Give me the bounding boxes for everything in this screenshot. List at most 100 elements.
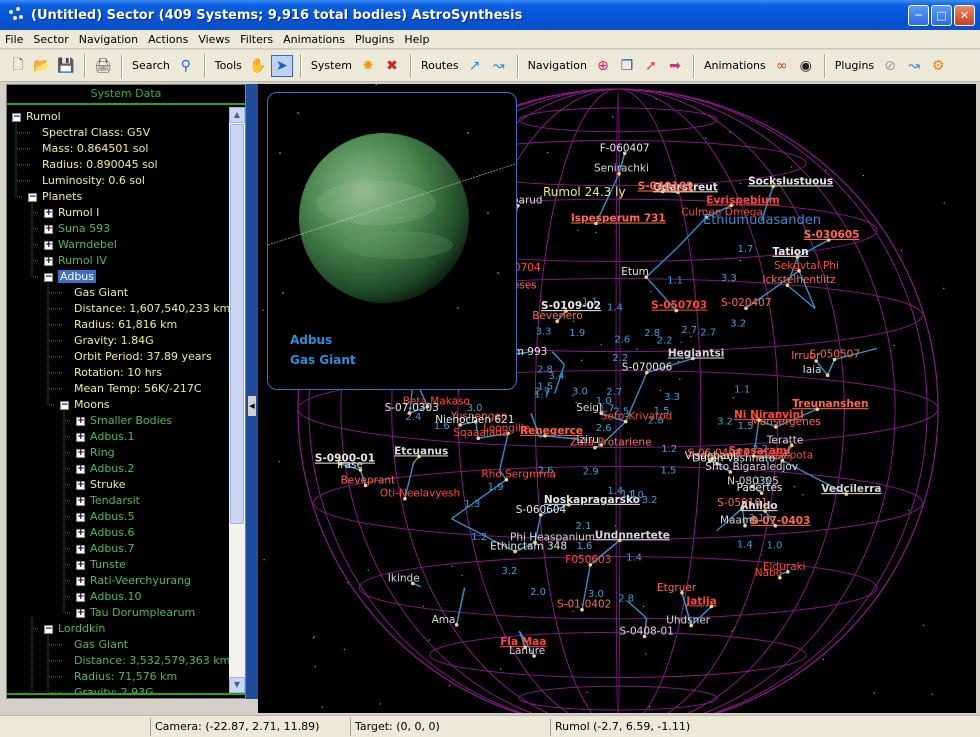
system-star[interactable] [644,275,648,279]
expand-icon[interactable]: + [44,240,53,250]
menu-help[interactable]: Help [399,33,434,46]
expand-icon[interactable]: + [76,480,85,490]
system-star[interactable] [759,491,764,495]
system-star[interactable] [757,418,761,422]
route-line[interactable] [827,359,836,376]
system-label[interactable]: Ama [432,614,456,626]
tree-node[interactable]: Radius: 71,576 km [60,669,177,685]
route-line[interactable] [551,351,565,366]
search-icon[interactable]: ⚲ [175,55,197,77]
system-label[interactable]: Shto Bigaraledjov [705,461,798,473]
expand-icon[interactable]: + [76,512,85,522]
system-star[interactable] [744,306,748,310]
system-label[interactable]: Beveprant [341,475,396,487]
tree-node[interactable]: + Adbus.7 [76,541,135,557]
tree-node[interactable]: Rotation: 10 hrs [60,365,162,381]
collapse-icon[interactable]: − [44,272,53,282]
app-icon[interactable] [7,6,25,24]
system-star[interactable] [778,576,782,580]
window-view-icon[interactable]: ❐ [616,55,638,77]
system-star[interactable] [476,436,481,441]
system-star[interactable] [458,423,462,427]
system-star[interactable] [773,524,778,528]
route-add-icon[interactable]: ↗ [464,55,486,77]
collapse-icon[interactable]: − [60,400,69,410]
system-star[interactable] [358,468,363,472]
expand-icon[interactable]: + [76,464,85,474]
collapse-icon[interactable]: − [12,112,21,122]
tree-node[interactable]: Gravity: 1.84G [60,333,154,349]
system-star[interactable] [407,411,412,415]
system-star[interactable] [774,425,778,429]
expand-icon[interactable]: + [76,416,85,426]
route-line[interactable] [677,216,707,248]
splitter-collapse-icon[interactable]: ◀ [248,396,256,416]
system-label[interactable]: Etcuanus [394,445,448,457]
system-label[interactable]: Oti-Neelavyesh [380,488,460,500]
tree-node[interactable]: Mass: 0.864501 sol [28,141,148,157]
crosshair-target-icon[interactable]: ⊕ [592,55,614,77]
tree-node[interactable]: Distance: 3,532,579,363 km [60,653,229,669]
system-star[interactable] [622,151,627,156]
tree-node[interactable]: Mean Temp: 56K/-217C [60,381,202,397]
system-star[interactable] [363,483,368,488]
tree-node[interactable]: + Rumol I [44,205,99,221]
tree-node[interactable]: + Adbus.10 [76,589,142,605]
tree-node[interactable]: − Lorddkin [44,621,105,637]
save-icon[interactable]: 💾 [55,55,77,77]
system-label[interactable]: Ickstelhentlitz [762,274,836,286]
system-label[interactable]: Phi Heaspanium [510,531,595,543]
system-label[interactable]: S-040109 [638,181,694,193]
tree-node[interactable]: + Rumol IV [44,253,107,269]
expand-icon[interactable]: + [76,448,85,458]
system-star[interactable] [618,538,622,543]
system-star[interactable] [797,269,801,273]
system-label[interactable]: Padertes [737,482,783,494]
system-star[interactable] [825,373,830,378]
system-star[interactable] [594,221,598,226]
menu-actions[interactable]: Actions [143,33,193,46]
system-label[interactable]: Iaia [803,364,822,376]
highlighted-system-label[interactable]: Ethiumudasanden [703,213,821,228]
tree-node[interactable]: − Moons [60,397,110,413]
system-star[interactable] [743,523,747,528]
tree-scrollbar[interactable]: ▲ ▼ [229,107,245,693]
tree-node[interactable]: Radius: 0.890045 sol [28,157,158,173]
system-star[interactable] [832,357,837,362]
system-star[interactable] [795,255,800,259]
tree-node[interactable]: + Adbus.1 [76,429,135,445]
system-label[interactable]: Etgruer [657,582,697,594]
tree-node[interactable]: Distance: 1,607,540,233 km [60,301,229,317]
system-star[interactable] [454,623,459,627]
tree-node[interactable]: + Ring [76,445,115,461]
system-label[interactable]: S-0900-01 [315,453,375,465]
system-label[interactable]: Teratte [766,434,804,446]
tree-node[interactable]: Luminosity: 0.6 sol [28,173,145,189]
system-label[interactable]: Undnnertete [595,529,670,541]
expand-icon[interactable]: + [44,256,53,266]
system-label[interactable]: Ahildo [740,500,778,512]
system-star[interactable] [691,356,695,361]
system-label[interactable]: Ispesperum 731 [571,213,666,225]
system-star[interactable] [417,454,421,459]
tree-node[interactable]: + Adbus.6 [76,525,135,541]
system-star[interactable] [338,461,342,466]
tree-node[interactable]: − Adbus [44,269,96,285]
system-star[interactable] [826,238,831,242]
add-system-star-icon[interactable]: ✸ [357,55,379,77]
system-star[interactable] [674,308,679,313]
route-line[interactable] [455,587,466,625]
system-label[interactable]: Ni Niranvini [734,409,804,421]
system-star[interactable] [593,445,597,450]
system-star[interactable] [786,570,790,574]
system-star[interactable] [785,283,790,287]
tree-node[interactable]: + Struke [76,477,126,493]
route-line[interactable] [645,247,678,278]
system-star[interactable] [533,540,537,545]
system-star[interactable] [538,513,543,517]
tree-node[interactable]: + Suna 593 [44,221,110,237]
expand-icon[interactable]: + [76,544,85,554]
system-label[interactable]: Tation [772,246,808,258]
expand-icon[interactable]: + [76,496,85,506]
system-label[interactable]: Iziru [576,434,599,446]
